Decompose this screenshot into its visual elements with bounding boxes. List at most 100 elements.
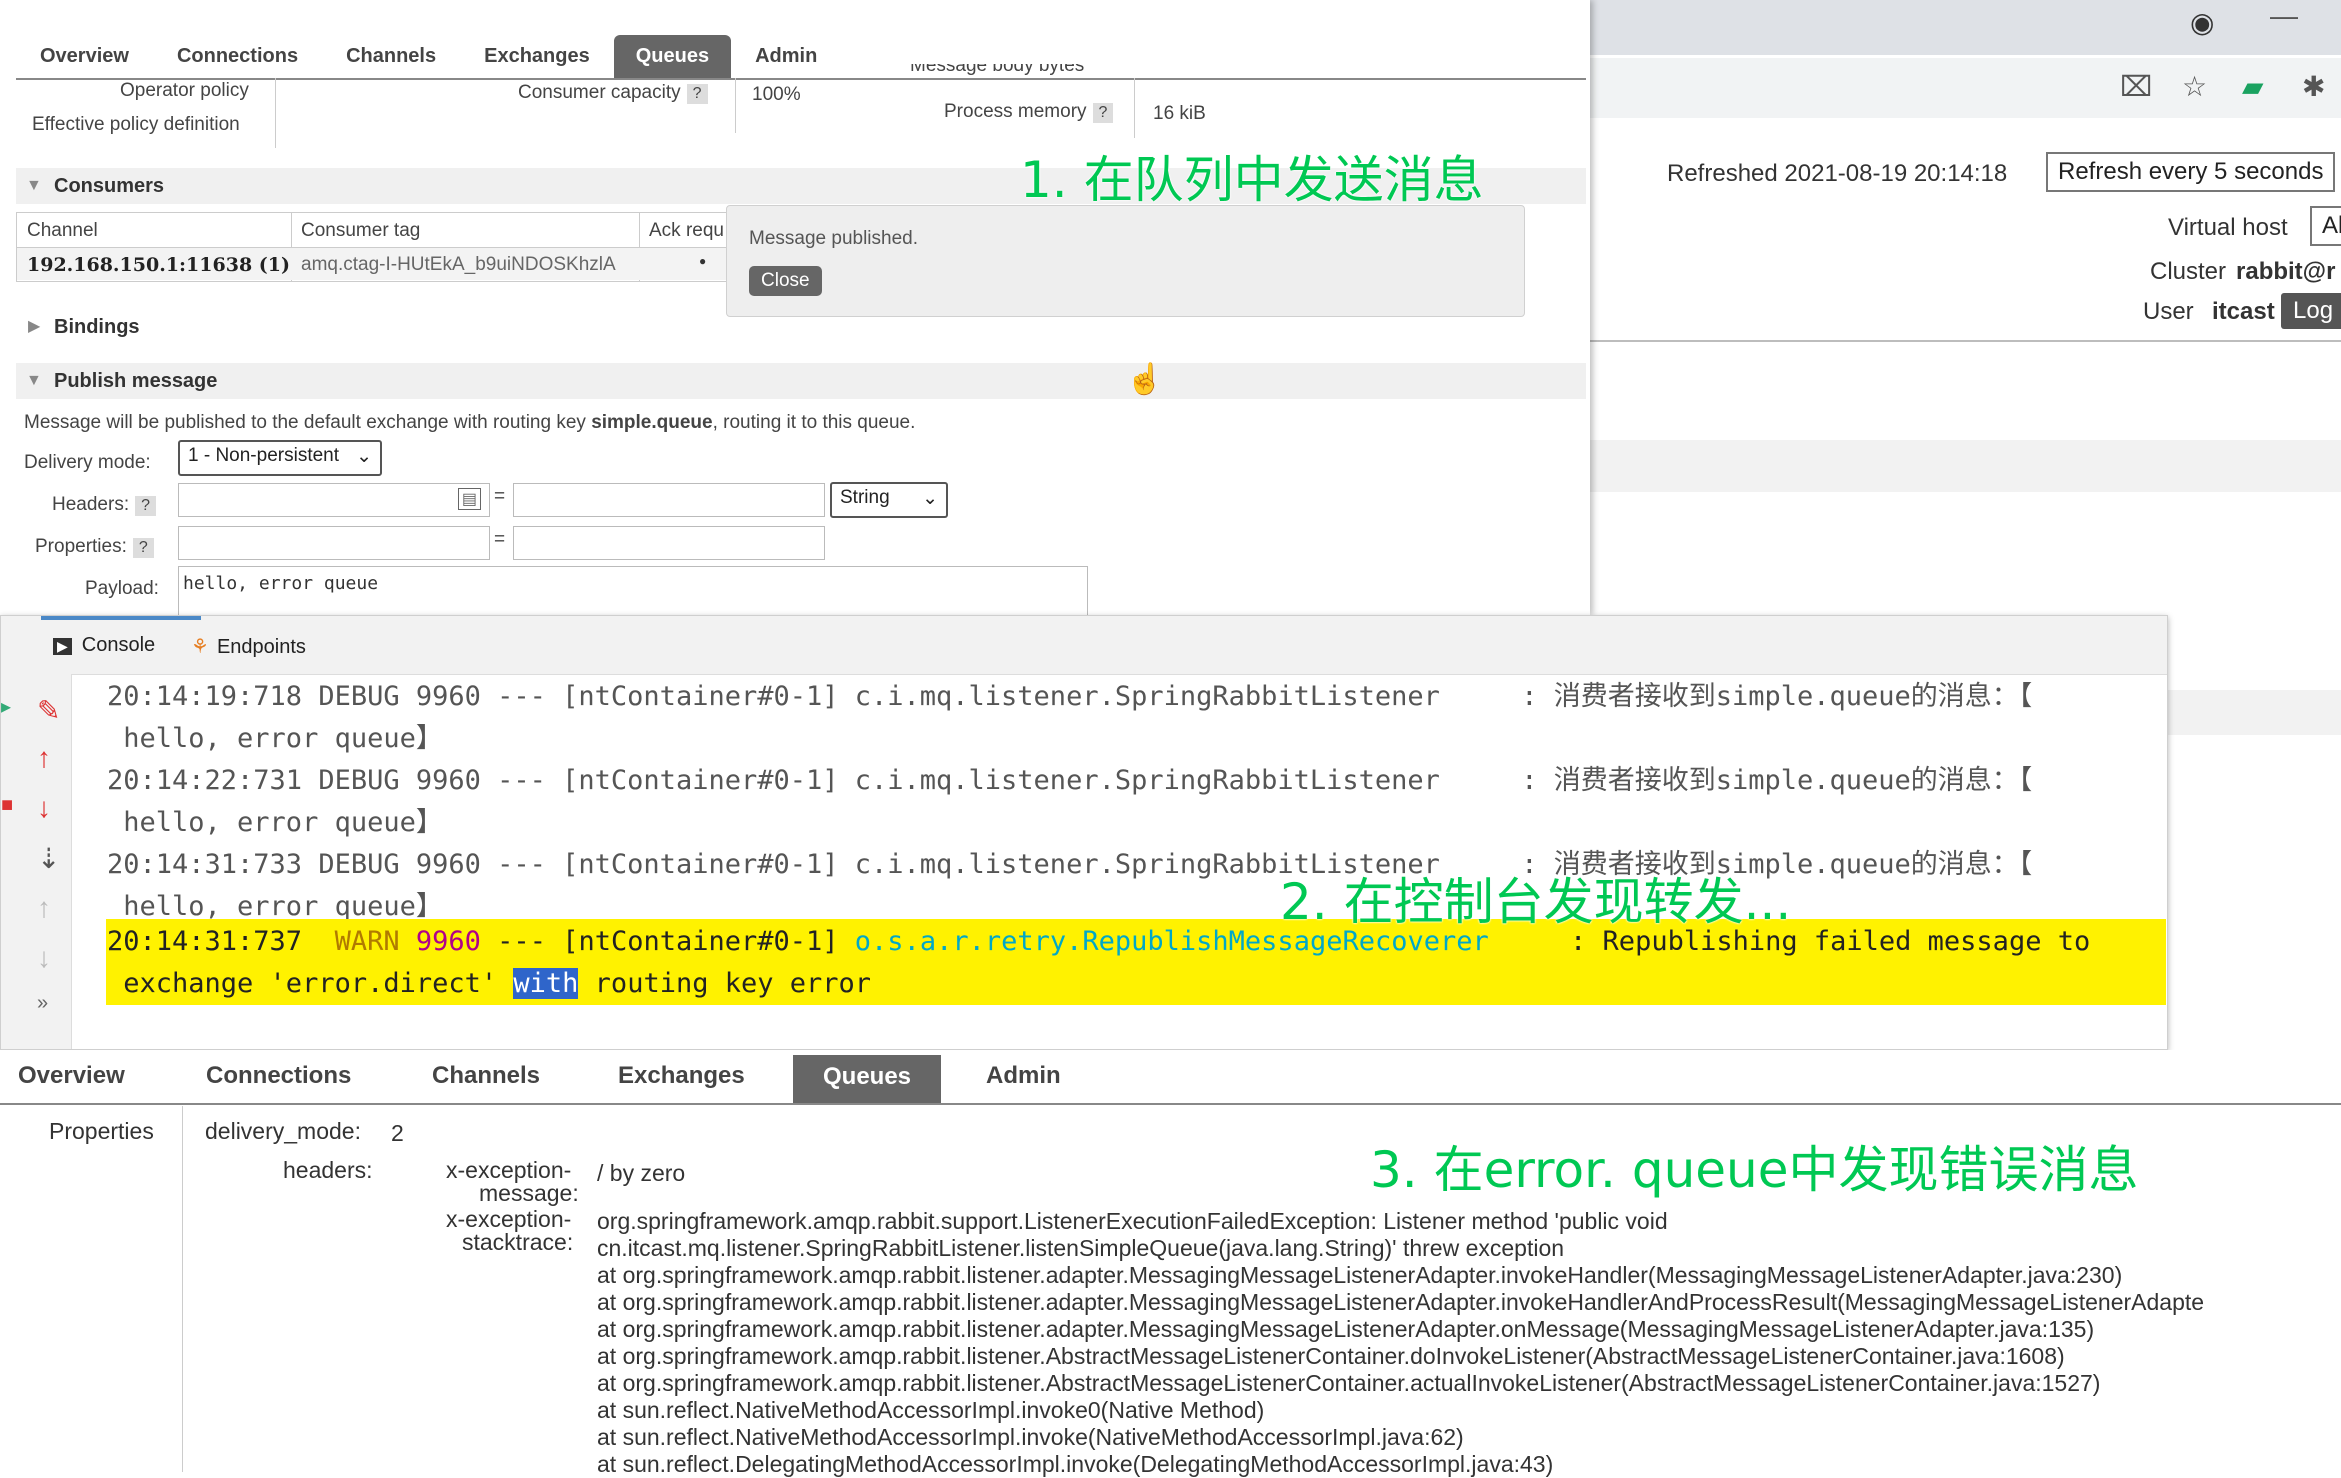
help-icon[interactable]: ?: [1092, 103, 1114, 123]
refreshed-timestamp: Refreshed 2021-08-19 20:14:18: [1667, 160, 2008, 187]
clear-icon[interactable]: ✎: [37, 694, 60, 727]
nav-tab-exchanges[interactable]: Exchanges: [618, 1062, 745, 1090]
publish-section-header[interactable]: ▼ Publish message: [16, 363, 1586, 399]
publish-info: Message will be published to the default…: [24, 412, 916, 433]
down-arrow-icon[interactable]: ↓: [37, 792, 51, 824]
exception-message-label-2: message:: [479, 1180, 579, 1206]
tab-endpoints[interactable]: ⚘ Endpoints: [191, 634, 306, 659]
virtual-host-select[interactable]: Al: [2310, 206, 2341, 246]
consumer-tag: amq.ctag-I-HUtEkA_b9uiNDOSKhzlA: [301, 254, 616, 275]
stacktrace-line: at sun.reflect.DelegatingMethodAccessorI…: [597, 1451, 1554, 1477]
refresh-interval-select[interactable]: Refresh every 5 seconds: [2046, 152, 2336, 192]
autofill-icon: ▤: [457, 488, 481, 510]
column-divider: [182, 1106, 183, 1472]
header-value-input[interactable]: [513, 483, 825, 517]
nav-tab-exchanges[interactable]: Exchanges: [460, 45, 614, 78]
table-row: 192.168.150.1:11638 (1) amq.ctag-I-HUtEk…: [17, 248, 727, 280]
bottom-nav-underline: [0, 1103, 2341, 1105]
profile-icon[interactable]: ◉: [2190, 6, 2214, 39]
headers-label: Headers:?: [52, 494, 157, 516]
process-memory-label: Process memory?: [944, 101, 1114, 123]
header-type-select[interactable]: String ⌄: [830, 482, 948, 518]
top-nav: Overview Connections Channels Exchanges …: [16, 30, 1586, 80]
message-published-notice: Message published. Close: [726, 205, 1525, 317]
scroll-down-icon[interactable]: ↓: [37, 942, 51, 974]
stacktrace-line: org.springframework.amqp.rabbit.support.…: [597, 1208, 1668, 1234]
collapse-triangle-icon: ▼: [26, 177, 42, 194]
star-icon[interactable]: ☆: [2182, 70, 2207, 103]
headers-label: headers:: [283, 1157, 373, 1183]
minimize-icon[interactable]: —: [2270, 0, 2298, 32]
help-icon[interactable]: ?: [132, 538, 154, 558]
column-divider: [1134, 78, 1135, 138]
console-tabbar: ▶ Console ⚘ Endpoints: [1, 616, 2167, 675]
delivery-mode-value: 2: [391, 1120, 404, 1146]
nav-tab-admin[interactable]: Admin: [731, 45, 841, 78]
cluster-value: rabbit@r: [2236, 258, 2336, 285]
stacktrace-line: at org.springframework.amqp.rabbit.liste…: [597, 1316, 2095, 1342]
browser-tabstrip: ◉ —: [1590, 0, 2341, 55]
header-key-input[interactable]: ▤: [178, 483, 490, 517]
chevron-down-icon: ⌄: [356, 446, 372, 467]
operator-policy-label: Operator policy: [120, 80, 249, 101]
close-button[interactable]: Close: [749, 266, 822, 296]
consumer-capacity-label: Consumer capacity?: [518, 82, 708, 104]
rabbitmq-queue-panel: Overview Connections Channels Exchanges …: [0, 0, 1590, 615]
extension-flag-icon[interactable]: ▰: [2242, 70, 2264, 103]
annotation-step-2: 2. 在控制台发现转发...: [1280, 873, 1792, 931]
ack-required-dot: ●: [699, 254, 707, 268]
consumer-channel-link[interactable]: 192.168.150.1:11638 (1): [27, 254, 290, 276]
equals-sign: =: [494, 529, 506, 550]
nav-tab-queues[interactable]: Queues: [793, 1055, 942, 1103]
stacktrace-line: at org.springframework.amqp.rabbit.liste…: [597, 1289, 2205, 1315]
property-value-input[interactable]: [513, 526, 825, 560]
nav-tab-connections[interactable]: Connections: [206, 1062, 351, 1090]
scroll-up-icon[interactable]: ↑: [37, 892, 51, 924]
exception-message-value: / by zero: [597, 1160, 686, 1186]
column-divider: [735, 78, 736, 133]
up-arrow-icon[interactable]: ↑: [37, 742, 51, 774]
sort-icon[interactable]: ⇣: [37, 842, 60, 875]
help-icon[interactable]: ?: [135, 496, 157, 516]
nav-tab-queues[interactable]: Queues: [613, 35, 732, 78]
nav-tab-channels[interactable]: Channels: [322, 45, 460, 78]
console-toolbar: ✎ ↑ ↓ ⇣ ↑ ↓ » ▸ ■: [1, 674, 72, 1049]
mgmt-divider: [1590, 340, 2341, 342]
nav-tab-overview[interactable]: Overview: [16, 45, 153, 78]
nav-tab-overview[interactable]: Overview: [18, 1062, 125, 1090]
translate-icon[interactable]: ⌧: [2120, 70, 2152, 103]
payload-textarea[interactable]: hello, error queue: [178, 566, 1088, 615]
consumers-table: Channel Consumer tag Ack requ 192.168.15…: [16, 212, 728, 282]
nav-tab-admin[interactable]: Admin: [986, 1062, 1061, 1090]
column-header: Consumer tag: [301, 220, 421, 241]
nav-tab-connections[interactable]: Connections: [153, 45, 322, 78]
annotation-step-1: 1. 在队列中发送消息: [1020, 151, 1484, 209]
payload-label: Payload:: [85, 578, 159, 599]
stacktrace-line: at org.springframework.amqp.rabbit.liste…: [597, 1370, 2101, 1396]
expand-triangle-icon: ▶: [28, 318, 41, 335]
properties-label: Properties: [49, 1118, 154, 1144]
tab-console[interactable]: ▶ Console: [53, 634, 155, 657]
message-body-bytes-label: Message body bytes: [910, 64, 1085, 76]
column-header: Ack requ: [649, 220, 724, 241]
warn-log-line-2: exchange 'error.direct' with routing key…: [107, 968, 872, 999]
warn-log-line: 20:14:31:737 WARN 9960 --- [ntContainer#…: [107, 926, 2091, 957]
log-line: hello, error queue】: [107, 807, 443, 838]
extension-icon[interactable]: ✱: [2302, 70, 2325, 103]
cluster-label: Cluster: [2150, 258, 2227, 285]
ide-console-panel: ▶ Console ⚘ Endpoints ✎ ↑ ↓ ⇣ ↑ ↓ » ▸ ■ 20…: [0, 615, 2168, 1050]
more-icon[interactable]: »: [37, 992, 48, 1015]
nav-tab-channels[interactable]: Channels: [432, 1062, 540, 1090]
active-tab-indicator: [41, 616, 201, 620]
user-label: User: [2143, 298, 2194, 325]
notice-text: Message published.: [749, 228, 918, 249]
help-icon[interactable]: ?: [686, 84, 708, 104]
property-key-input[interactable]: [178, 526, 490, 560]
console-icon: ▶: [53, 638, 72, 655]
virtual-host-label: Virtual host: [2168, 214, 2288, 241]
logout-button[interactable]: Log: [2281, 293, 2341, 329]
equals-sign: =: [494, 486, 506, 507]
delivery-mode-select[interactable]: 1 - Non-persistent ⌄: [178, 440, 382, 476]
log-line: 20:14:22:731 DEBUG 9960 --- [ntContainer…: [107, 765, 2033, 796]
properties-label: Properties:?: [35, 536, 154, 558]
